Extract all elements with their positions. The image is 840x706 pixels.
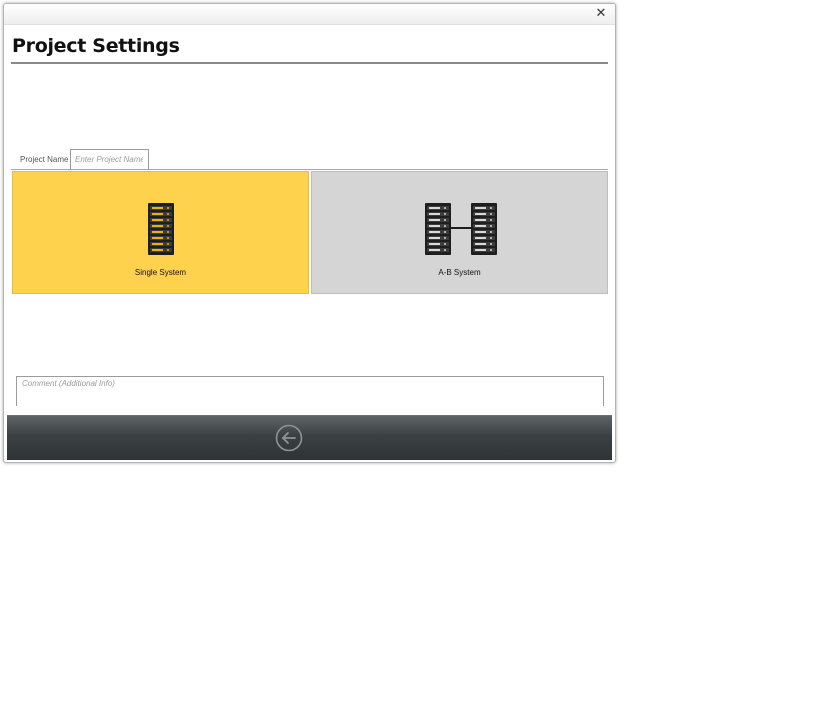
window-titlebar: ✕ bbox=[4, 4, 615, 25]
project-name-input[interactable] bbox=[75, 153, 143, 165]
tiles-divider bbox=[11, 169, 608, 170]
project-name-field[interactable] bbox=[70, 149, 149, 170]
footer-bar bbox=[7, 415, 612, 460]
single-system-label: Single System bbox=[134, 268, 187, 277]
ab-system-tile[interactable]: A-B System bbox=[311, 171, 608, 294]
back-arrow-icon[interactable] bbox=[275, 424, 303, 452]
comment-input[interactable] bbox=[22, 379, 592, 401]
single-system-tile[interactable]: Single System bbox=[12, 171, 309, 294]
project-settings-window: ✕ Project Settings Project Name Enter Pr… bbox=[3, 3, 616, 463]
page-title: Project Settings bbox=[12, 35, 180, 57]
title-divider bbox=[11, 62, 608, 64]
project-name-label: Project Name bbox=[20, 155, 69, 164]
comment-field[interactable] bbox=[16, 376, 604, 406]
ab-system-label: A-B System bbox=[438, 268, 481, 277]
close-icon[interactable]: ✕ bbox=[593, 6, 609, 22]
linked-server-racks-icon bbox=[425, 203, 497, 255]
server-rack-icon bbox=[148, 203, 174, 255]
